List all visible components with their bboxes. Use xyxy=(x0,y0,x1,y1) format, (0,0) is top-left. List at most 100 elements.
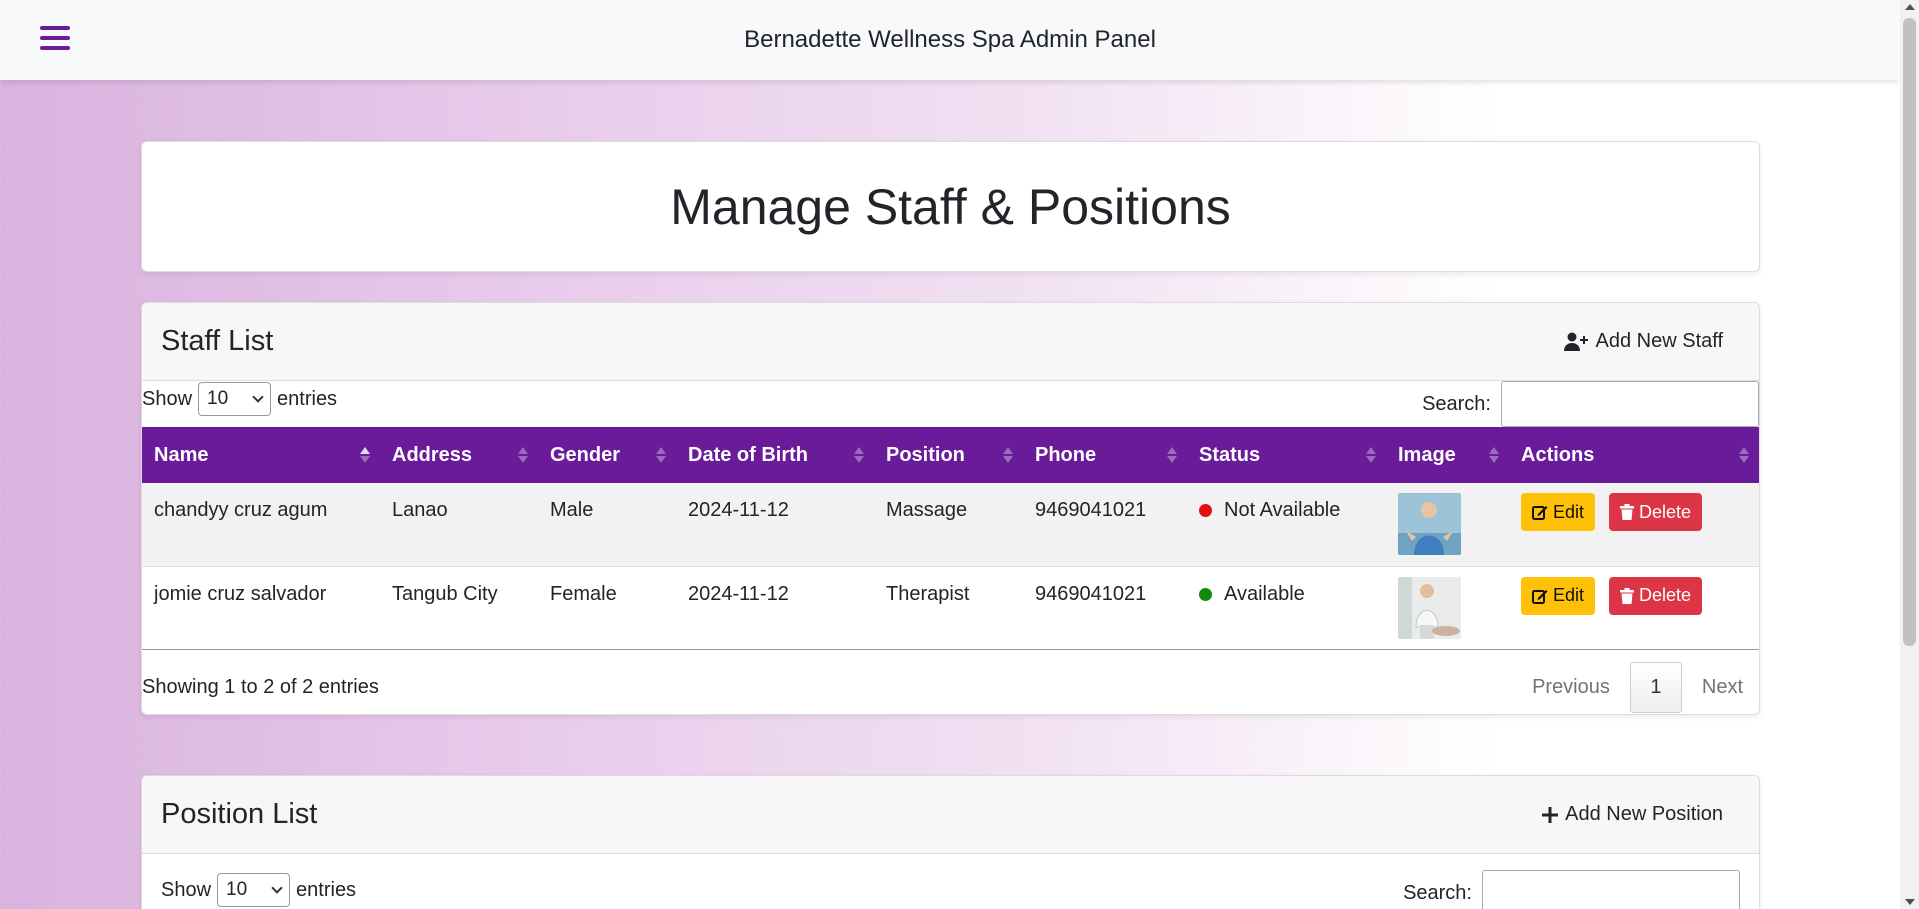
cell-status: Available xyxy=(1187,566,1386,650)
column-header-name[interactable]: Name xyxy=(142,427,380,483)
column-header-status[interactable]: Status xyxy=(1187,427,1386,483)
previous-page-button[interactable]: Previous xyxy=(1516,676,1626,699)
hamburger-menu-icon[interactable] xyxy=(40,26,70,52)
staff-photo xyxy=(1398,493,1461,555)
column-header-phone[interactable]: Phone xyxy=(1023,427,1187,483)
column-header-label: Position xyxy=(886,443,965,466)
row-actions: Edit Delete xyxy=(1521,576,1759,615)
scroll-up-arrow-icon[interactable] xyxy=(1905,4,1915,10)
scroll-down-arrow-icon[interactable] xyxy=(1905,899,1915,905)
cell-name: chandyy cruz agum xyxy=(142,483,380,567)
edit-label: Edit xyxy=(1553,501,1585,522)
sort-icon xyxy=(656,447,666,463)
column-header-label: Phone xyxy=(1035,443,1097,466)
table-row: jomie cruz salvador Tangub City Female 2… xyxy=(142,566,1759,650)
page-title: Manage Staff & Positions xyxy=(670,178,1231,235)
delete-label: Delete xyxy=(1639,585,1692,605)
entries-select-value: 10 xyxy=(226,879,248,900)
delete-label: Delete xyxy=(1639,501,1692,522)
cell-actions: Edit Delete xyxy=(1509,483,1759,567)
page-1-button[interactable]: 1 xyxy=(1629,661,1682,713)
entries-select[interactable]: 10 xyxy=(217,873,291,907)
staff-card-header: Staff List Add New Staff xyxy=(142,303,1759,381)
entries-label: entries xyxy=(296,878,357,901)
staff-table: Name Address Gender Date of Birth Positi… xyxy=(142,427,1759,650)
show-entries: Show 10 entries xyxy=(161,872,356,908)
chevron-down-icon xyxy=(271,882,283,894)
show-label: Show xyxy=(142,387,193,410)
row-actions: Edit Delete xyxy=(1521,493,1759,531)
cell-date-of-birth: 2024-11-12 xyxy=(676,483,874,567)
position-list-title: Position List xyxy=(161,798,318,830)
staff-table-header-row: Name Address Gender Date of Birth Positi… xyxy=(142,427,1759,483)
add-new-staff-button[interactable]: Add New Staff xyxy=(1563,330,1723,353)
table-info: Showing 1 to 2 of 2 entries xyxy=(142,675,379,698)
entries-select[interactable]: 10 xyxy=(198,382,272,416)
sort-icon xyxy=(1739,447,1749,463)
position-search-input[interactable] xyxy=(1482,870,1740,909)
page-scrollbar[interactable] xyxy=(1900,0,1919,909)
pagination: Previous 1 Next xyxy=(1516,661,1759,713)
column-header-label: Actions xyxy=(1521,443,1595,466)
entries-label: entries xyxy=(277,387,338,410)
column-header-label: Status xyxy=(1199,443,1261,466)
app-title: Bernadette Wellness Spa Admin Panel xyxy=(744,26,1156,53)
cell-phone: 9469041021 xyxy=(1023,566,1187,650)
status-indicator: Not Available xyxy=(1199,499,1386,522)
edit-label: Edit xyxy=(1553,585,1585,605)
staff-table-footer: Showing 1 to 2 of 2 entries Previous 1 N… xyxy=(142,650,1759,714)
column-header-image[interactable]: Image xyxy=(1386,427,1509,483)
column-header-address[interactable]: Address xyxy=(380,427,538,483)
delete-button[interactable]: Delete xyxy=(1609,576,1703,615)
sort-icon xyxy=(1003,447,1013,463)
sort-icon xyxy=(1366,447,1376,463)
column-header-actions[interactable]: Actions xyxy=(1509,427,1759,483)
edit-button[interactable]: Edit xyxy=(1521,493,1596,531)
position-list-card: Position List Add New Position Show 10 e… xyxy=(141,775,1760,909)
add-new-position-button[interactable]: Add New Position xyxy=(1541,803,1723,826)
cell-position: Massage xyxy=(874,483,1023,567)
staff-photo xyxy=(1398,576,1461,639)
column-header-gender[interactable]: Gender xyxy=(538,427,676,483)
entries-select-value: 10 xyxy=(207,388,229,409)
search-label: Search: xyxy=(1403,881,1472,904)
edit-button[interactable]: Edit xyxy=(1521,576,1596,615)
status-indicator: Available xyxy=(1199,583,1386,606)
add-new-staff-label: Add New Staff xyxy=(1595,330,1723,352)
trash-icon xyxy=(1620,587,1635,604)
column-header-label: Address xyxy=(392,443,473,466)
table-row: chandyy cruz agum Lanao Male 2024-11-12 … xyxy=(142,483,1759,567)
column-header-label: Image xyxy=(1398,443,1456,466)
sort-icon xyxy=(1167,447,1177,463)
status-text: Not Available xyxy=(1224,499,1341,521)
column-header-label: Date of Birth xyxy=(688,443,808,466)
status-text: Available xyxy=(1224,582,1305,605)
delete-button[interactable]: Delete xyxy=(1609,493,1703,531)
cell-gender: Male xyxy=(538,483,676,567)
user-plus-icon xyxy=(1563,332,1588,351)
cell-address: Tangub City xyxy=(380,566,538,650)
staff-table-controls: Show 10 entries Search: xyxy=(142,381,1759,427)
cell-status: Not Available xyxy=(1187,483,1386,567)
column-header-label: Gender xyxy=(550,443,621,466)
next-page-button[interactable]: Next xyxy=(1686,676,1759,699)
scrollbar-thumb[interactable] xyxy=(1903,18,1916,646)
staff-list-title: Staff List xyxy=(161,325,274,357)
position-search: Search: xyxy=(1403,870,1740,909)
trash-icon xyxy=(1620,504,1635,520)
sort-icon xyxy=(360,447,370,463)
cell-image xyxy=(1386,483,1509,567)
cell-actions: Edit Delete xyxy=(1509,566,1759,650)
top-navbar: Bernadette Wellness Spa Admin Panel xyxy=(0,0,1900,80)
edit-icon xyxy=(1532,589,1548,604)
show-entries: Show 10 entries xyxy=(142,381,337,417)
position-table-controls: Show 10 entries Search: xyxy=(142,854,1759,909)
column-header-position[interactable]: Position xyxy=(874,427,1023,483)
show-label: Show xyxy=(161,878,212,901)
sort-icon xyxy=(1489,447,1499,463)
staff-search-input[interactable] xyxy=(1501,381,1759,427)
column-header-date-of-birth[interactable]: Date of Birth xyxy=(676,427,874,483)
sort-icon xyxy=(518,447,528,463)
cell-address: Lanao xyxy=(380,483,538,567)
position-card-header: Position List Add New Position xyxy=(142,776,1759,854)
